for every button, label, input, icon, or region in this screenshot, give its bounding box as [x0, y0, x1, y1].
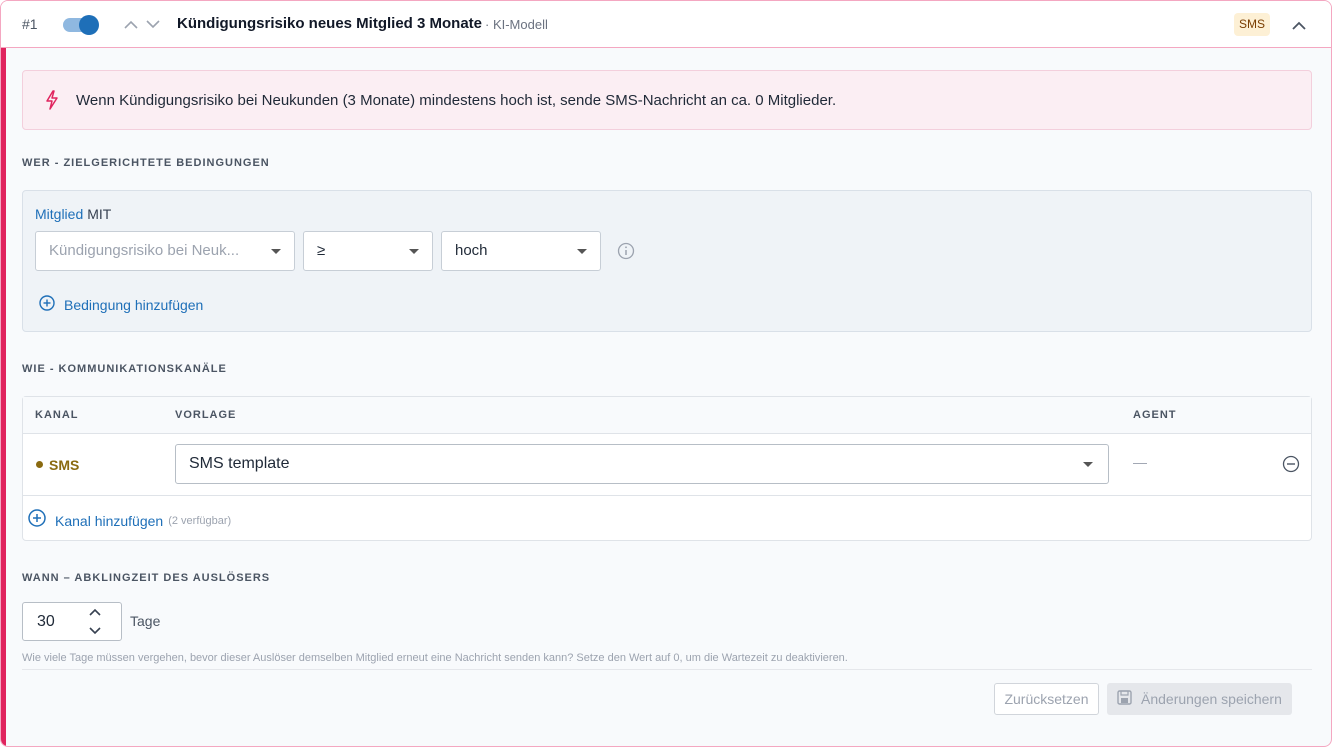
condition-value: hoch [455, 242, 488, 259]
caret-down-icon [271, 249, 281, 254]
condition-field-select[interactable]: Kündigungsrisiko bei Neuk... [35, 231, 295, 271]
cooldown-value: 30 [37, 613, 55, 630]
rule-title: Kündigungsrisiko neues Mitglied 3 Monate [177, 15, 483, 32]
move-down-icon[interactable] [145, 15, 161, 33]
column-header-channel: KANAL [35, 409, 79, 421]
condition-value-select[interactable]: hoch [441, 231, 601, 271]
increment-chevron-up-icon[interactable] [88, 606, 102, 620]
rule-summary: Wenn Kündigungsrisiko bei Neukunden (3 M… [22, 70, 1312, 130]
channel-name: SMS [49, 457, 80, 473]
accent-bar [1, 47, 6, 746]
condition-header: Mitglied MIT [35, 206, 111, 222]
rule-number: #1 [22, 16, 38, 32]
summary-text: Wenn Kündigungsrisiko bei Neukunden (3 M… [76, 92, 837, 109]
save-button[interactable]: Änderungen speichern [1107, 683, 1292, 715]
condition-operator-select[interactable]: ≥ [303, 231, 433, 271]
table-row: SMS SMS template — [23, 434, 1311, 496]
decrement-chevron-down-icon[interactable] [88, 623, 102, 637]
caret-down-icon [409, 249, 419, 254]
section-label-who: WER - ZIELGERICHTETE BEDINGUNGEN [22, 157, 270, 169]
minus-circle-icon[interactable] [1282, 455, 1300, 473]
plus-circle-icon [28, 509, 46, 532]
cooldown-input[interactable]: 30 [22, 602, 122, 641]
section-label-when: WANN – ABKLINGZEIT DES AUSLÖSERS [22, 572, 271, 584]
template-value: SMS template [189, 455, 290, 472]
condition-field-placeholder: Kündigungsrisiko bei Neuk... [49, 242, 240, 259]
trigger-rule-card: #1 Kündigungsrisiko neues Mitglied 3 Mon… [0, 0, 1332, 747]
add-channel-label: Kanal hinzufügen [55, 512, 164, 529]
channel-badge: SMS [1234, 13, 1271, 36]
channels-table: KANAL VORLAGE AGENT SMS SMS template — K… [22, 396, 1312, 541]
floppy-disk-icon [1117, 690, 1132, 708]
add-channel-button[interactable]: Kanal hinzufügen (2 verfügbar) [28, 509, 231, 532]
entity-link[interactable]: Mitglied [35, 206, 83, 222]
rule-model-label: · KI-Modell [485, 17, 548, 32]
connector-label: MIT [87, 206, 112, 222]
channels-table-header: KANAL VORLAGE AGENT [23, 397, 1311, 434]
section-label-how: WIE - KOMMUNIKATIONSKANÄLE [22, 363, 227, 375]
add-condition-button[interactable]: Bedingung hinzufügen [39, 295, 203, 314]
channel-status-dot [36, 461, 43, 468]
reset-button[interactable]: Zurücksetzen [994, 683, 1099, 715]
available-channels-note: (2 verfügbar) [168, 514, 232, 527]
add-condition-label: Bedingung hinzufügen [64, 296, 204, 313]
enable-toggle[interactable] [61, 14, 99, 35]
cooldown-unit-label: Tage [130, 613, 161, 629]
column-header-template: VORLAGE [175, 409, 237, 421]
condition-operator-value: ≥ [317, 242, 326, 259]
save-button-label: Änderungen speichern [1141, 691, 1282, 707]
column-header-agent: AGENT [1133, 409, 1177, 421]
conditions-box: Mitglied MIT Kündigungsrisiko bei Neuk...… [22, 190, 1312, 332]
collapse-chevron-up-icon[interactable] [1289, 15, 1309, 35]
caret-down-icon [1083, 462, 1093, 467]
caret-down-icon [577, 249, 587, 254]
info-icon[interactable] [617, 242, 635, 260]
move-up-icon[interactable] [123, 15, 139, 33]
agent-value: — [1133, 454, 1147, 470]
cooldown-help-text: Wie viele Tage müssen vergehen, bevor di… [22, 652, 848, 664]
lightning-icon [45, 90, 59, 115]
plus-circle-icon [39, 295, 55, 314]
rule-header[interactable]: #1 Kündigungsrisiko neues Mitglied 3 Mon… [1, 1, 1331, 48]
divider [22, 669, 1312, 670]
template-select[interactable]: SMS template [175, 444, 1109, 484]
